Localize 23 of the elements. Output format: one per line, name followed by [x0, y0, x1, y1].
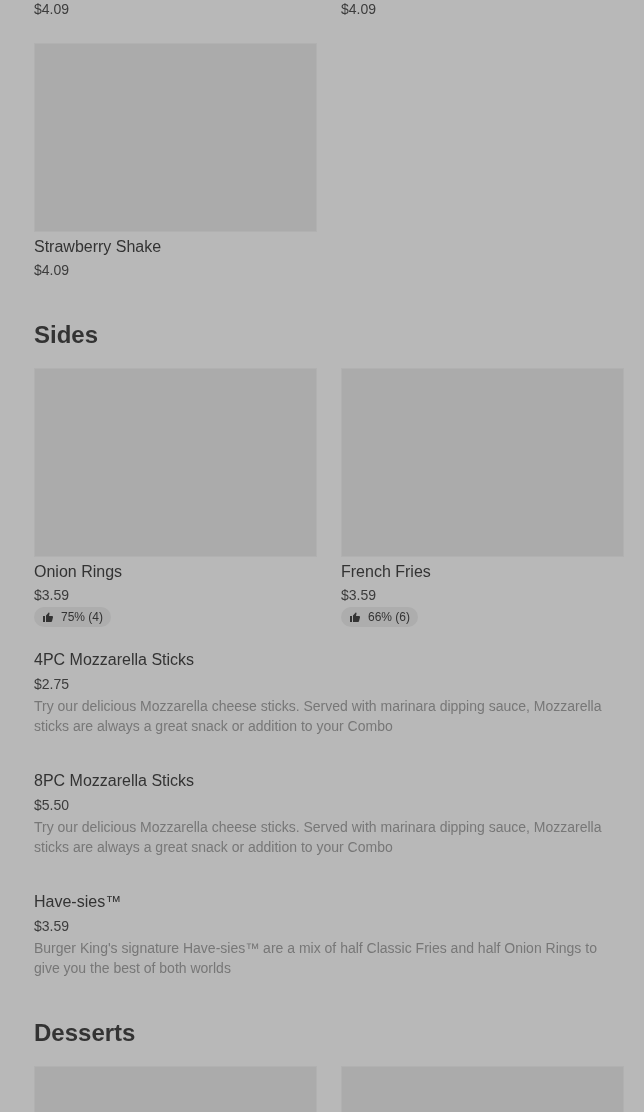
item-name[interactable]: Strawberry Shake — [34, 236, 317, 258]
item-name[interactable]: 4PC Mozzarella Sticks — [34, 649, 624, 671]
item-price: $4.09 — [341, 0, 378, 19]
item-description: Burger King's signature Have-sies™ are a mix of half Classic Fries and half Onion Rings to give you the best of both worlds — [34, 939, 598, 978]
item-price: $5.50 — [34, 796, 71, 815]
item-price: $3.59 — [34, 586, 71, 605]
item-name[interactable]: Onion Rings — [34, 561, 317, 583]
item-name[interactable]: 8PC Mozzarella Sticks — [34, 770, 624, 792]
item-description: Try our delicious Mozzarella cheese sticks. Served with marinara dipping sauce, Mozzarella sticks are always a great snack or addition to your Combo — [34, 697, 603, 736]
item-name[interactable]: French Fries — [341, 561, 624, 583]
item-price: $4.09 — [34, 261, 71, 280]
rating-badge: 75% (4) — [34, 607, 112, 627]
thumbs-up-icon — [42, 611, 54, 623]
item-price: $2.75 — [34, 675, 71, 694]
section-heading: Desserts — [34, 1018, 137, 1048]
item-price: $3.59 — [34, 917, 71, 936]
item-name[interactable]: Have-sies™ — [34, 891, 624, 913]
item-price: $3.59 — [341, 586, 378, 605]
rating-badge: 66% (6) — [341, 607, 419, 627]
thumbs-up-icon — [349, 611, 361, 623]
item-description: Try our delicious Mozzarella cheese sticks. Served with marinara dipping sauce, Mozzarella sticks are always a great snack or addition to your Combo — [34, 818, 603, 857]
section-heading: Sides — [34, 320, 100, 350]
item-price: $4.09 — [34, 0, 71, 19]
